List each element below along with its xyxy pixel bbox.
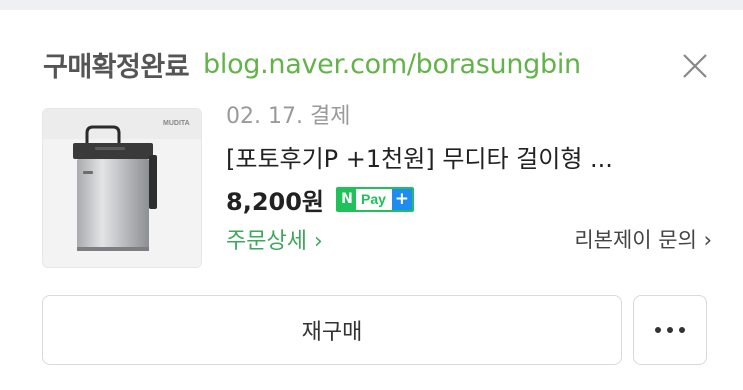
more-dots-icon: [655, 327, 661, 333]
price-row: 8,200원 N Pay +: [226, 182, 712, 216]
brand-mark: MUDITA: [163, 120, 190, 127]
rebuy-button[interactable]: 재구매: [42, 295, 622, 365]
product-price: 8,200원: [226, 187, 324, 216]
more-dots-icon: [679, 327, 685, 333]
close-icon: [683, 54, 707, 78]
order-status-label: 구매확정완료: [43, 51, 190, 83]
close-button[interactable]: [681, 52, 709, 80]
product-thumbnail[interactable]: MUDITA: [42, 108, 202, 268]
order-card: 구매확정완료 blog.naver.com/borasungbin MUDITA: [0, 10, 743, 390]
more-options-button[interactable]: [633, 295, 707, 365]
store-url-link[interactable]: blog.naver.com/borasungbin: [203, 49, 581, 80]
trash-bin-image: MUDITA: [43, 109, 201, 267]
order-date: 02. 17. 결제: [226, 104, 351, 129]
npay-badge: N Pay +: [336, 186, 414, 212]
store-inquiry-link[interactable]: 리본제이 문의 ›: [574, 224, 712, 254]
order-detail-link[interactable]: 주문상세 ›: [226, 223, 323, 255]
order-status-line: 구매확정완료 blog.naver.com/borasungbin: [43, 44, 581, 84]
order-links-row: 주문상세 › 리본제이 문의 ›: [226, 222, 712, 256]
npay-label: Pay: [361, 191, 386, 207]
order-info: 02. 17. 결제 [포토후기P +1천원] 무디타 걸이형 ... 8,20…: [226, 102, 712, 256]
npay-plus-icon: +: [391, 188, 412, 210]
npay-n-icon: N: [338, 188, 356, 210]
more-dots-icon: [667, 327, 673, 333]
product-title[interactable]: [포토후기P +1천원] 무디타 걸이형 ...: [226, 142, 712, 176]
